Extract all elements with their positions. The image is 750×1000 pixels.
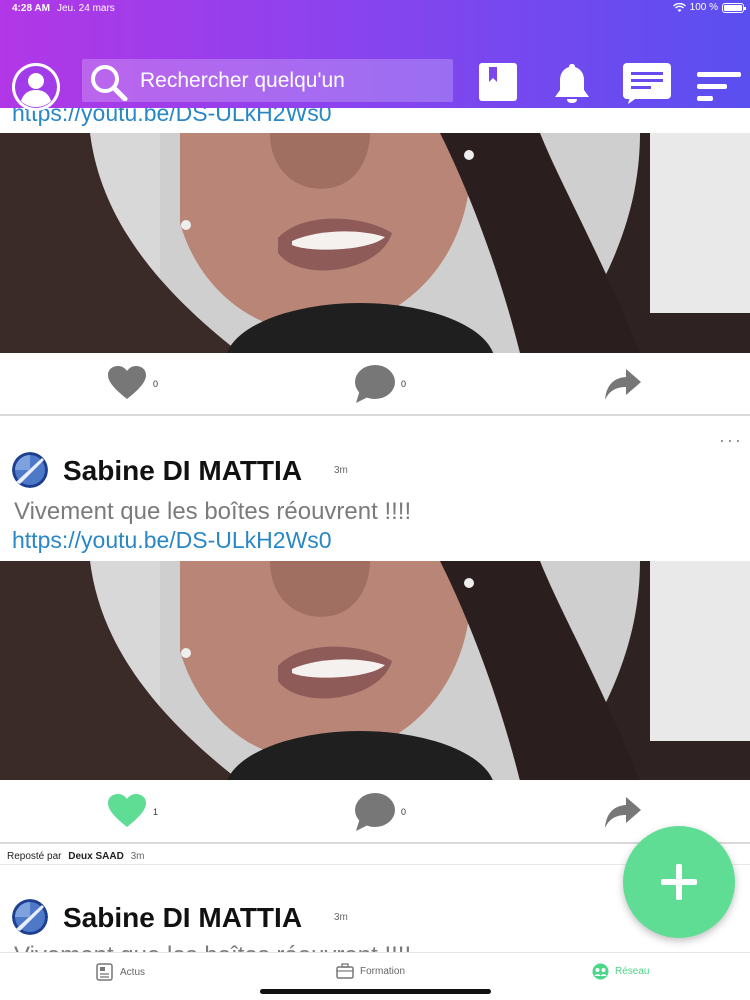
search-input[interactable]: Rechercher quelqu'un [140, 69, 345, 93]
share-icon [605, 369, 641, 400]
author-name[interactable]: Sabine DI MATTIA [63, 902, 302, 934]
wifi-icon [672, 2, 686, 12]
message-icon [623, 63, 671, 104]
status-time: 4:28 AM [12, 3, 50, 14]
menu-button[interactable] [697, 70, 743, 109]
app-header: 4:28 AM Jeu. 24 mars 100 % Rechercher qu… [0, 0, 750, 111]
tab-actus[interactable]: Actus [96, 963, 145, 981]
like-button[interactable] [107, 793, 147, 834]
status-indicators: 100 % [672, 2, 746, 13]
tab-label: Actus [120, 966, 146, 978]
author-avatar[interactable] [12, 452, 48, 488]
comment-count: 0 [401, 379, 407, 389]
repost-time: 3m [130, 851, 145, 862]
post-link[interactable]: https://youtu.be/DS-ULkH2Ws0 [12, 527, 332, 554]
post-menu-button[interactable]: ··· [719, 430, 743, 451]
bell-icon [555, 64, 589, 103]
hamburger-icon [697, 72, 741, 101]
status-date: Jeu. 24 mars [57, 3, 115, 14]
user-icon [12, 63, 60, 111]
post-time: 3m [334, 465, 348, 476]
create-post-button[interactable] [623, 826, 735, 938]
post-actions: 0 0 [0, 353, 750, 415]
author-avatar[interactable] [12, 899, 48, 935]
notifications-button[interactable] [553, 62, 591, 109]
author-name[interactable]: Sabine DI MATTIA [63, 455, 302, 487]
tab-formation[interactable]: Formation [336, 963, 405, 979]
home-indicator [260, 989, 491, 994]
post-text: Vivement que les boîtes réouvrent !!!! [14, 498, 412, 525]
bookmarks-button[interactable] [478, 62, 518, 107]
comment-button[interactable] [354, 364, 396, 409]
comment-button[interactable] [354, 792, 396, 837]
messages-button[interactable] [622, 62, 672, 109]
like-button[interactable] [107, 365, 147, 406]
comment-icon [355, 365, 395, 403]
portrait-photo [0, 561, 750, 781]
like-count: 0 [153, 379, 159, 389]
portrait-photo [0, 133, 750, 353]
comment-count: 0 [401, 807, 407, 817]
heart-icon [108, 366, 146, 399]
post-divider [0, 414, 750, 416]
network-icon [592, 963, 609, 980]
share-button[interactable] [604, 367, 642, 406]
comment-icon [355, 793, 395, 831]
post-image[interactable] [0, 133, 750, 353]
tab-reseau[interactable]: Réseau [592, 963, 649, 980]
bookmark-icon [479, 63, 517, 101]
avatar-image [12, 452, 48, 488]
battery-icon [722, 2, 746, 13]
search-bar[interactable]: Rechercher quelqu'un [82, 59, 453, 102]
avatar-image [12, 899, 48, 935]
profile-button[interactable] [12, 63, 60, 111]
tab-label: Réseau [615, 966, 650, 977]
news-icon [96, 963, 113, 981]
post-time: 3m [334, 912, 348, 923]
repost-info: Reposté par Deux SAAD 3m [7, 851, 145, 862]
repost-user[interactable]: Deux SAAD [68, 851, 124, 862]
search-icon [91, 65, 128, 101]
share-icon [605, 797, 641, 828]
repost-label: Reposté par [7, 851, 62, 862]
post-image[interactable] [0, 561, 750, 781]
app-screen: https://youtu.be/DS-ULkH2Ws0 0 0 ··· Sab… [0, 0, 750, 1000]
tab-label: Formation [360, 965, 406, 977]
plus-icon [661, 864, 697, 900]
like-count: 1 [153, 807, 159, 817]
battery-percent: 100 % [689, 2, 718, 13]
briefcase-icon [336, 963, 354, 979]
heart-icon [108, 794, 146, 827]
